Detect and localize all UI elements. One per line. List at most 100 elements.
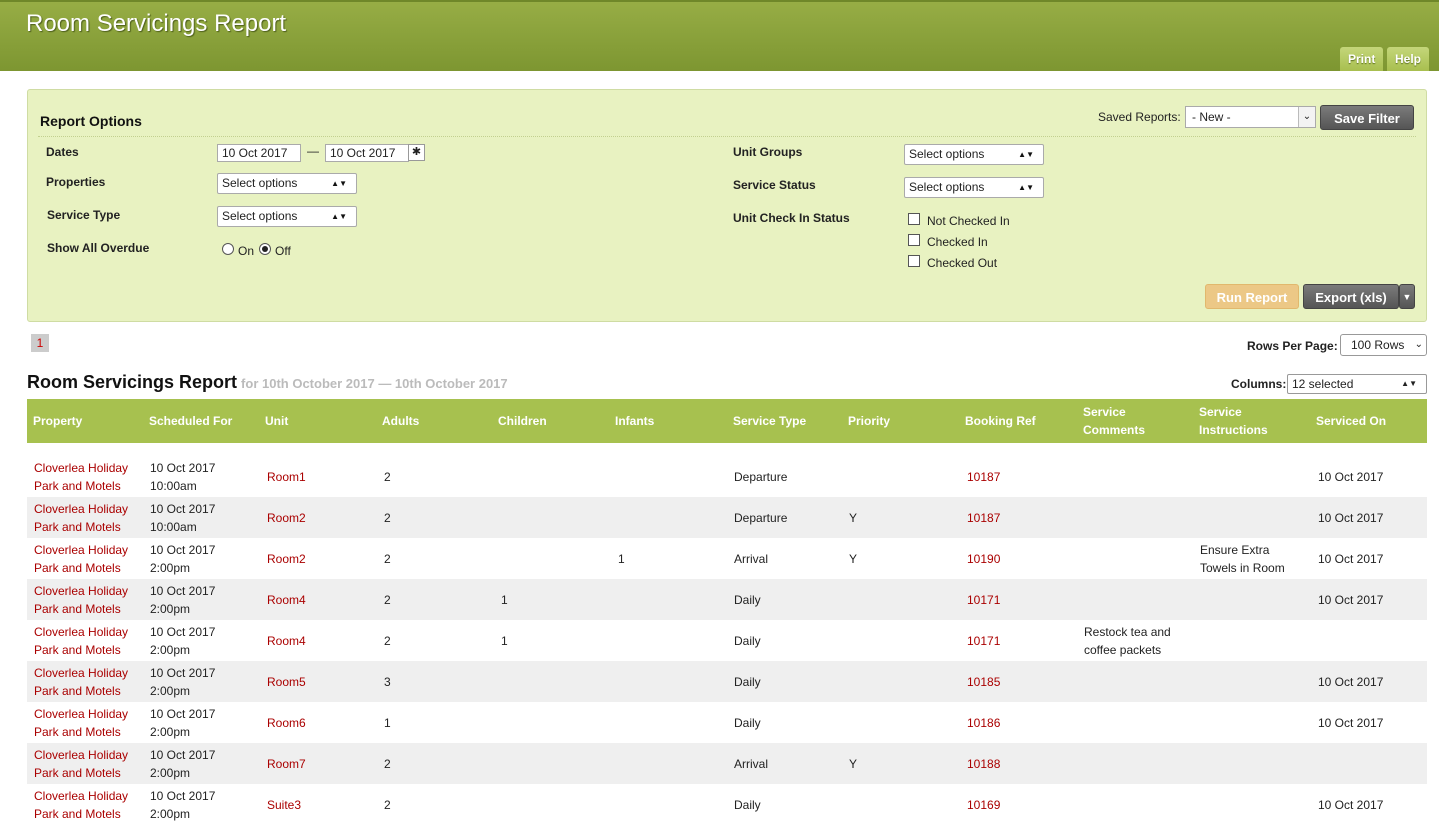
columns-select[interactable]: 12 selected ▲▼ [1287, 374, 1427, 394]
cell-infants [618, 702, 678, 743]
cell-scheduled: 10 Oct 2017 2:00pm [150, 542, 216, 575]
col-header-service-instructions[interactable]: Service Instructions [1199, 399, 1289, 443]
cell-property[interactable]: Cloverlea Holiday Park and Motels [34, 456, 139, 497]
cell-unit[interactable]: Room5 [267, 661, 367, 702]
cell-booking-ref[interactable]: 10187 [967, 497, 1067, 538]
cell-comments [1084, 456, 1184, 497]
help-button[interactable]: Help [1387, 47, 1430, 71]
export-dropdown-icon[interactable]: ▼ [1399, 284, 1415, 309]
col-header-service-comments[interactable]: Service Comments [1083, 399, 1173, 443]
calendar-icon[interactable]: ✱ [408, 144, 425, 161]
cell-unit[interactable]: Suite3 [267, 784, 367, 825]
cell-adults: 2 [384, 592, 391, 607]
checked-out-checkbox[interactable] [908, 255, 920, 267]
date-to-input[interactable]: 10 Oct 2017 [325, 144, 409, 162]
cell-unit[interactable]: Room2 [267, 497, 367, 538]
not-checked-in-checkbox[interactable] [908, 213, 920, 225]
col-header-infants[interactable]: Infants [615, 399, 725, 443]
run-report-button[interactable]: Run Report [1205, 284, 1299, 309]
overdue-off-radio[interactable] [259, 243, 271, 255]
table-header: Property Scheduled For Unit Adults Child… [27, 399, 1427, 443]
col-header-children[interactable]: Children [498, 399, 608, 443]
cell-booking-ref[interactable]: 10185 [967, 661, 1067, 702]
cell-instructions [1200, 456, 1300, 497]
cell-property[interactable]: Cloverlea Holiday Park and Motels [34, 702, 139, 743]
cell-comments [1084, 579, 1184, 620]
updown-arrow-icon: ▲▼ [331, 179, 347, 188]
cell-unit[interactable]: Room4 [267, 579, 367, 620]
cell-booking-ref[interactable]: 10188 [967, 743, 1067, 784]
cell-comments [1084, 497, 1184, 538]
cell-booking-ref[interactable]: 10190 [967, 538, 1067, 579]
cell-property[interactable]: Cloverlea Holiday Park and Motels [34, 497, 139, 538]
cell-property[interactable]: Cloverlea Holiday Park and Motels [34, 579, 139, 620]
service-type-select[interactable]: Select options ▲▼ [217, 206, 357, 227]
col-header-service-type[interactable]: Service Type [733, 399, 843, 443]
cell-unit[interactable]: Room7 [267, 743, 367, 784]
cell-booking-ref[interactable]: 10186 [967, 702, 1067, 743]
cell-instructions [1200, 579, 1300, 620]
report-title: Room Servicings Report [27, 372, 238, 392]
cell-serviced-on: 10 Oct 2017 [1318, 551, 1384, 566]
cell-serviced-on: 10 Oct 2017 [1318, 797, 1384, 812]
col-header-unit[interactable]: Unit [265, 399, 375, 443]
cell-children [501, 456, 561, 497]
col-header-adults[interactable]: Adults [382, 399, 492, 443]
saved-reports-value: - New - [1192, 110, 1231, 124]
cell-priority [849, 661, 909, 702]
cell-property[interactable]: Cloverlea Holiday Park and Motels [34, 784, 139, 825]
col-header-priority[interactable]: Priority [848, 399, 958, 443]
cell-booking-ref[interactable]: 10169 [967, 784, 1067, 825]
columns-value: 12 selected [1292, 377, 1354, 391]
save-filter-button[interactable]: Save Filter [1320, 105, 1414, 130]
cell-unit[interactable]: Room6 [267, 702, 367, 743]
cell-scheduled: 10 Oct 2017 2:00pm [150, 583, 216, 616]
checked-in-checkbox[interactable] [908, 234, 920, 246]
cell-scheduled: 10 Oct 2017 2:00pm [150, 706, 216, 739]
date-from-input[interactable]: 10 Oct 2017 [217, 144, 301, 162]
saved-reports-select[interactable]: - New - ⌄ [1185, 106, 1316, 128]
service-status-value: Select options [909, 180, 985, 194]
cell-unit[interactable]: Room1 [267, 456, 367, 497]
rows-per-page-select[interactable]: 100 Rows ⌄ [1340, 334, 1427, 356]
report-subtitle: for 10th October 2017 — 10th October 201… [241, 376, 508, 391]
cell-infants: 1 [618, 551, 625, 566]
updown-arrow-icon: ▲▼ [1018, 183, 1034, 192]
cell-scheduled: 10 Oct 2017 2:00pm [150, 788, 216, 821]
export-xls-button[interactable]: Export (xls) [1303, 284, 1399, 309]
cell-comments [1084, 538, 1184, 579]
columns-label: Columns: [1231, 377, 1287, 391]
col-header-property[interactable]: Property [33, 399, 143, 443]
cell-scheduled: 10 Oct 2017 2:00pm [150, 665, 216, 698]
overdue-on-radio[interactable] [222, 243, 234, 255]
cell-service-type: Daily [734, 674, 761, 689]
cell-booking-ref[interactable]: 10171 [967, 579, 1067, 620]
cell-unit[interactable]: Room4 [267, 620, 367, 661]
cell-property[interactable]: Cloverlea Holiday Park and Motels [34, 620, 139, 661]
pagination-page-1[interactable]: 1 [31, 334, 49, 352]
cell-booking-ref[interactable]: 10171 [967, 620, 1067, 661]
service-status-select[interactable]: Select options ▲▼ [904, 177, 1044, 198]
unit-groups-select[interactable]: Select options ▲▼ [904, 144, 1044, 165]
cell-unit[interactable]: Room2 [267, 538, 367, 579]
col-header-serviced-on[interactable]: Serviced On [1316, 399, 1426, 443]
col-header-scheduled[interactable]: Scheduled For [149, 399, 259, 443]
cell-booking-ref[interactable]: 10187 [967, 456, 1067, 497]
chevron-down-icon: ⌄ [1414, 339, 1423, 350]
properties-select[interactable]: Select options ▲▼ [217, 173, 357, 194]
cell-service-type: Daily [734, 797, 761, 812]
cell-priority [849, 784, 909, 825]
cell-scheduled: 10 Oct 2017 10:00am [150, 460, 216, 493]
cell-property[interactable]: Cloverlea Holiday Park and Motels [34, 661, 139, 702]
cell-adults: 2 [384, 469, 391, 484]
cell-serviced-on [1318, 743, 1423, 784]
cell-children [501, 784, 561, 825]
cell-priority: Y [849, 510, 858, 525]
cell-property[interactable]: Cloverlea Holiday Park and Motels [34, 743, 139, 784]
cell-property[interactable]: Cloverlea Holiday Park and Motels [34, 538, 139, 579]
report-options-title: Report Options [40, 113, 142, 129]
col-header-booking-ref[interactable]: Booking Ref [965, 399, 1075, 443]
chevron-down-icon: ⌄ [1298, 107, 1315, 127]
print-button[interactable]: Print [1340, 47, 1384, 71]
cell-children [501, 743, 561, 784]
